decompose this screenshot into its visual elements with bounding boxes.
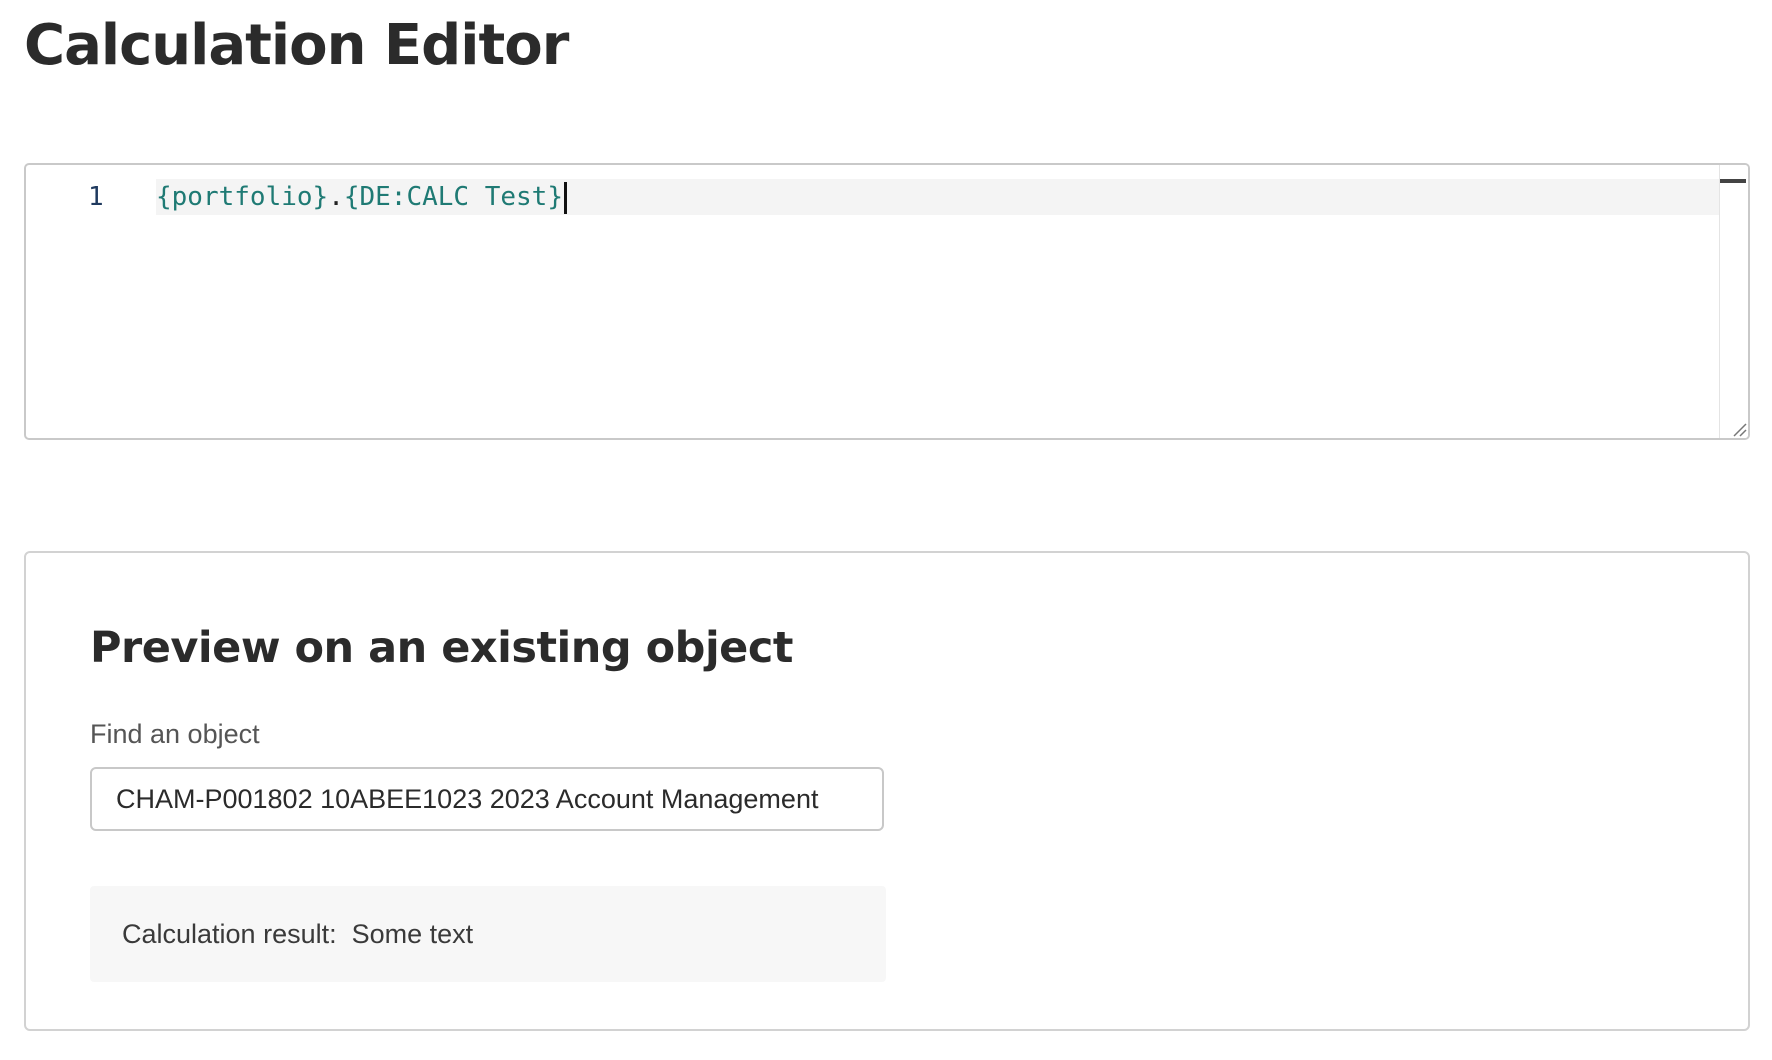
- calculation-result-box: Calculation result: Some text: [90, 886, 886, 982]
- code-token-dot: .: [328, 182, 344, 212]
- result-label: Calculation result:: [122, 919, 337, 949]
- text-cursor: [564, 181, 567, 214]
- calculation-editor-page: Calculation Editor 1 {portfolio}.{DE:CAL…: [0, 0, 1772, 1060]
- code-text[interactable]: {portfolio}.{DE:CALC Test}: [156, 179, 567, 215]
- result-value: Some text: [351, 919, 474, 949]
- line-number: 1: [88, 182, 104, 212]
- code-editor[interactable]: 1 {portfolio}.{DE:CALC Test}: [24, 163, 1750, 440]
- code-token-portfolio: {portfolio}: [156, 182, 329, 212]
- find-object-input[interactable]: [90, 767, 884, 831]
- editor-line[interactable]: 1 {portfolio}.{DE:CALC Test}: [26, 179, 1721, 215]
- find-object-label: Find an object: [90, 719, 260, 749]
- code-token-field: {DE:CALC Test}: [343, 182, 563, 212]
- preview-card: Preview on an existing object Find an ob…: [24, 551, 1750, 1031]
- calculation-result: Calculation result: Some text: [122, 886, 473, 982]
- preview-heading: Preview on an existing object: [90, 623, 793, 673]
- scrollbar-thumb[interactable]: [1720, 179, 1746, 183]
- resize-handle-icon[interactable]: [1731, 421, 1747, 437]
- page-title: Calculation Editor: [24, 13, 569, 78]
- editor-scrollbar[interactable]: [1719, 165, 1748, 438]
